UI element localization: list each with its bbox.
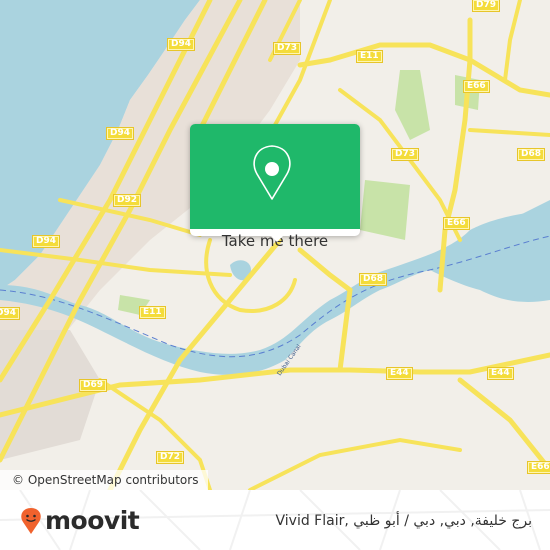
popup-pointer — [269, 234, 285, 242]
road-shield-d79: D79 — [472, 0, 500, 12]
road — [248, 437, 462, 490]
map-attribution[interactable]: © OpenStreetMap contributors — [0, 470, 209, 490]
road — [457, 377, 550, 473]
road-shield-d68: D68 — [517, 148, 545, 161]
popup-header[interactable] — [190, 124, 360, 229]
moovit-wordmark: moovit — [45, 506, 140, 535]
road-shield-d94: D94 — [32, 235, 60, 248]
road-shield-d73: D73 — [391, 148, 419, 161]
park — [395, 70, 430, 140]
moovit-pin-icon — [21, 508, 41, 534]
moovit-logo[interactable]: moovit — [20, 506, 140, 536]
road-shield-d68: D68 — [359, 273, 387, 286]
road — [503, 0, 522, 82]
road-shield-d94: D94 — [0, 307, 20, 320]
road-shield-d94: D94 — [106, 127, 134, 140]
map-pin-icon — [253, 145, 291, 200]
road-shield-e11: E11 — [139, 306, 166, 319]
road — [468, 128, 550, 137]
road-shield-d69: D69 — [79, 379, 107, 392]
road-shield-e11: E11 — [356, 50, 383, 63]
road-shield-d73: D73 — [273, 42, 301, 55]
road-shield-e44: E44 — [487, 367, 514, 380]
road-shield-d92: D92 — [113, 194, 141, 207]
place-name: Vivid Flair, برج خليفة, دبي, دبي / أبو ظ… — [275, 513, 532, 529]
road-shield-d72: D72 — [156, 451, 184, 464]
park — [360, 180, 410, 240]
road-shield-e66: E66 — [463, 80, 490, 93]
road-shield-d94: D94 — [167, 38, 195, 51]
map[interactable]: Dubai Canal D94 D94 D94 D94 D92 D73 D73 … — [0, 0, 550, 490]
road-shield-e66: E66 — [527, 461, 550, 474]
road-shield-e44: E44 — [386, 367, 413, 380]
take-me-there-popup[interactable]: Take me there — [190, 124, 360, 250]
road-shield-e66: E66 — [443, 217, 470, 230]
road — [297, 57, 333, 68]
